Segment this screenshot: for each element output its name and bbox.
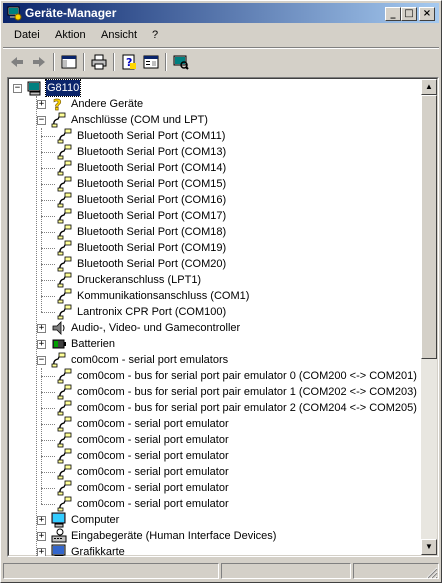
device-port-icon — [57, 496, 73, 512]
tree-device-label: com0com - serial port emulator — [77, 498, 229, 510]
root-expander[interactable]: − — [13, 84, 22, 93]
tree-category-label: Audio-, Video- und Gamecontroller — [71, 322, 241, 334]
window-title: Geräte-Manager — [25, 6, 117, 20]
tree-category-label: Andere Geräte — [71, 98, 144, 110]
device-port-icon — [57, 272, 73, 288]
status-bar — [3, 562, 439, 580]
device-port-icon — [57, 160, 73, 176]
category-expander[interactable]: + — [37, 548, 46, 556]
menu-bar: Datei Aktion Ansicht ? — [3, 26, 439, 46]
device-manager-window: Geräte-Manager _ □ × Datei Aktion Ansich… — [0, 0, 442, 583]
menu-datei[interactable]: Datei — [14, 29, 40, 41]
scroll-up-button[interactable]: ▲ — [421, 79, 437, 95]
menu-help[interactable]: ? — [152, 29, 158, 41]
tree-device-label: Bluetooth Serial Port (COM14) — [77, 162, 227, 174]
device-port-icon — [57, 176, 73, 192]
close-button[interactable]: × — [419, 7, 435, 21]
device-tree[interactable]: − G8110 +? Andere Geräte − Anschlüsse (COM un… — [7, 77, 439, 557]
category-expander[interactable]: + — [37, 324, 46, 333]
category-expander[interactable]: + — [37, 516, 46, 525]
tree-category-label: Anschlüsse (COM und LPT) — [71, 114, 208, 126]
port-icon — [51, 112, 67, 128]
tree-category-label: com0com - serial port emulators — [71, 354, 229, 366]
tree-device-label: Bluetooth Serial Port (COM19) — [77, 242, 227, 254]
device-port-icon — [57, 128, 73, 144]
device-port-icon — [57, 224, 73, 240]
tree-device-label: com0com - serial port emulator — [77, 418, 229, 430]
tree-device-label: com0com - serial port emulator — [77, 482, 229, 494]
category-expander[interactable]: − — [37, 356, 46, 365]
print-icon[interactable] — [89, 52, 109, 72]
help-icon[interactable]: ? — [119, 52, 139, 72]
device-port-icon — [57, 416, 73, 432]
svg-text:?: ? — [53, 96, 62, 112]
device-port-icon — [57, 256, 73, 272]
device-port-icon — [57, 480, 73, 496]
device-port-icon — [57, 368, 73, 384]
tree-device-label: Bluetooth Serial Port (COM18) — [77, 226, 227, 238]
resize-grip-icon[interactable] — [426, 567, 438, 579]
device-port-icon — [57, 192, 73, 208]
forward-arrow-icon[interactable] — [29, 52, 49, 72]
maximize-button[interactable]: □ — [401, 7, 417, 21]
device-port-icon — [57, 432, 73, 448]
tree-device-label: Bluetooth Serial Port (COM17) — [77, 210, 227, 222]
device-port-icon — [57, 288, 73, 304]
category-expander[interactable]: + — [37, 532, 46, 541]
tree-device-label: com0com - bus for serial port pair emula… — [77, 402, 417, 414]
hid-icon — [51, 528, 67, 544]
menu-ansicht[interactable]: Ansicht — [101, 29, 137, 41]
device-port-icon — [57, 448, 73, 464]
scan-hardware-icon[interactable] — [171, 52, 191, 72]
audio-icon — [51, 320, 67, 336]
tree-device-label: com0com - serial port emulator — [77, 434, 229, 446]
device-port-icon — [57, 464, 73, 480]
status-pane-main — [3, 563, 219, 579]
question-icon: ? — [51, 96, 67, 115]
tree-category-label: Batterien — [71, 338, 116, 350]
scroll-thumb[interactable] — [421, 95, 437, 359]
tree-root-label: G8110 — [44, 79, 82, 97]
title-bar[interactable]: Geräte-Manager _ □ × — [3, 3, 439, 23]
computer-icon — [51, 512, 67, 528]
back-arrow-icon[interactable] — [7, 52, 27, 72]
show-hide-console-tree-icon[interactable] — [59, 52, 79, 72]
port-icon — [51, 352, 67, 368]
tree-device-label: com0com - serial port emulator — [77, 466, 229, 478]
status-pane-2 — [221, 563, 351, 579]
device-port-icon — [57, 240, 73, 256]
tree-device-label: Lantronix CPR Port (COM100) — [77, 306, 227, 318]
computer-root-icon — [27, 80, 43, 96]
tree-device-label: com0com - bus for serial port pair emula… — [77, 370, 417, 382]
tree-device-label: Bluetooth Serial Port (COM15) — [77, 178, 227, 190]
category-expander[interactable]: + — [37, 340, 46, 349]
device-port-icon — [57, 304, 73, 320]
tree-category-label: Eingabegeräte (Human Interface Devices) — [71, 530, 277, 542]
device-port-icon — [57, 208, 73, 224]
category-expander[interactable]: + — [37, 100, 46, 109]
menu-aktion[interactable]: Aktion — [55, 29, 86, 41]
tree-device-label: Bluetooth Serial Port (COM11) — [77, 130, 226, 142]
tree-category-label: Computer — [71, 514, 120, 526]
device-manager-icon — [7, 6, 22, 21]
device-port-icon — [57, 400, 73, 416]
tree-category-label: Grafikkarte — [71, 546, 125, 557]
tree-device-label: Bluetooth Serial Port (COM16) — [77, 194, 227, 206]
tree-device-label: Bluetooth Serial Port (COM20) — [77, 258, 227, 270]
minimize-button[interactable]: _ — [385, 7, 401, 21]
display-adapter-icon — [51, 544, 67, 556]
vertical-scrollbar[interactable]: ▲ ▼ — [421, 79, 437, 555]
scroll-down-button[interactable]: ▼ — [421, 539, 437, 555]
properties-icon[interactable] — [141, 52, 161, 72]
battery-icon — [51, 336, 67, 352]
category-expander[interactable]: − — [37, 116, 46, 125]
device-port-icon — [57, 384, 73, 400]
device-port-icon — [57, 144, 73, 160]
tree-device-label: com0com - serial port emulator — [77, 450, 229, 462]
tree-device-label: Kommunikationsanschluss (COM1) — [77, 290, 250, 302]
toolbar: ? — [3, 49, 439, 75]
tree-device-label: Bluetooth Serial Port (COM13) — [77, 146, 227, 158]
tree-device-label: com0com - bus for serial port pair emula… — [77, 386, 417, 398]
tree-device-label: Druckeranschluss (LPT1) — [77, 274, 202, 286]
